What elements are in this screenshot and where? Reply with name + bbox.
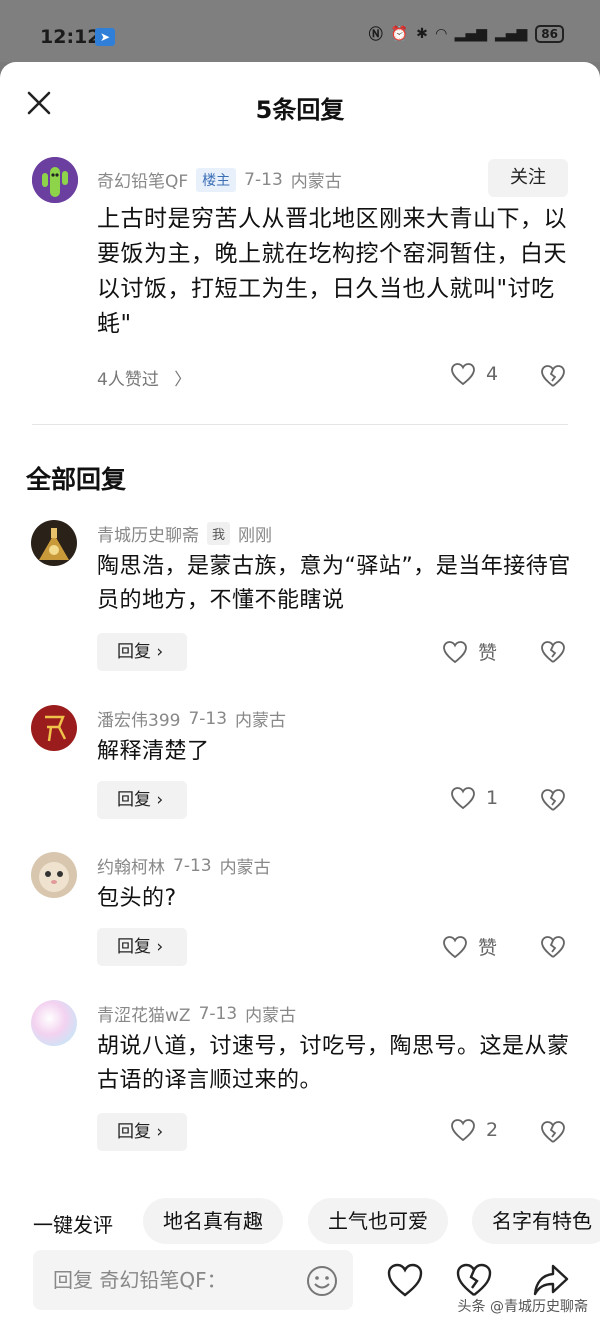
comment-date: 7-13: [173, 855, 212, 876]
comment-date: 7-13: [188, 708, 228, 729]
notification-icon: ➤: [95, 28, 115, 46]
me-badge: 我: [207, 522, 231, 545]
comment-meta: 青涩花猫wZ 7-13 内蒙古: [97, 1001, 297, 1027]
status-time: 12:12: [40, 26, 101, 48]
quick-chip[interactable]: 地名真有趣: [143, 1198, 283, 1244]
like-label: 赞: [478, 642, 498, 664]
comment-text: 陶思浩，是蒙古族，意为“驿站”，是当年接待官员的地方，不懂不能瞎说: [97, 554, 571, 613]
like-label: 赞: [478, 937, 498, 959]
broken-heart-icon[interactable]: [540, 935, 566, 959]
quick-comment-label: 一键发评: [33, 1213, 113, 1237]
like-count: 4: [486, 363, 499, 385]
username[interactable]: 约翰柯林: [97, 853, 165, 878]
username[interactable]: 青涩花猫wZ: [97, 1001, 191, 1026]
heart-icon: [443, 640, 467, 663]
comment-location: 内蒙古: [219, 858, 271, 878]
heart-icon: [451, 787, 475, 810]
quick-chip[interactable]: 土气也可爱: [308, 1198, 448, 1244]
reply-label: 回复: [117, 790, 151, 810]
divider: [32, 424, 568, 425]
chevron-right-icon: ›: [156, 937, 164, 957]
status-icons: Ⓝ ⏰ ✱ ◠ ▂▄▆ ▂▄▆ 86: [369, 24, 564, 44]
like-button[interactable]: 1: [450, 786, 498, 810]
broken-heart-icon[interactable]: [540, 364, 566, 388]
nfc-icon: Ⓝ: [368, 27, 383, 43]
quick-chip[interactable]: 名字有特色: [472, 1198, 600, 1244]
alarm-icon: ⏰: [390, 26, 409, 42]
comment-text: 上古时是穷苦人从晋北地区刚来大青山下，以要饭为主，晚上就在圪构挖个窑洞暂住，白天…: [97, 206, 567, 337]
comment-text: 解释清楚了: [97, 739, 210, 764]
reply-button[interactable]: 回复 ›: [97, 928, 187, 966]
like-button[interactable]: 4: [450, 362, 498, 386]
heart-icon: [451, 1119, 475, 1142]
reply-button[interactable]: 回复 ›: [97, 1113, 187, 1151]
like-button[interactable]: 赞: [442, 638, 497, 665]
status-bar: 12:12 ➤ Ⓝ ⏰ ✱ ◠ ▂▄▆ ▂▄▆ 86: [0, 0, 600, 62]
dislike-icon[interactable]: [455, 1262, 493, 1298]
liked-by-link[interactable]: 4人赞过 〉: [97, 365, 191, 390]
signal-icon: ▂▄▆: [454, 26, 487, 42]
broken-heart-icon[interactable]: [540, 640, 566, 664]
root-comment: 奇幻铅笔QF 楼主 7-13 内蒙古 关注 上古时是穷苦人从晋北地区刚来大青山下…: [0, 62, 600, 402]
avatar[interactable]: [32, 157, 78, 203]
liked-by-label: 4人赞过: [97, 370, 159, 390]
heart-icon: [443, 935, 467, 958]
bluetooth-icon: ✱: [416, 26, 428, 42]
owner-badge: 楼主: [196, 167, 237, 192]
like-button[interactable]: 赞: [442, 933, 497, 960]
avatar[interactable]: [31, 705, 77, 751]
broken-heart-icon[interactable]: [540, 788, 566, 812]
reply-button[interactable]: 回复 ›: [97, 781, 187, 819]
username[interactable]: 奇幻铅笔QF: [97, 167, 188, 192]
comment-location: 内蒙古: [245, 1006, 297, 1026]
like-count: 1: [486, 787, 499, 809]
share-icon[interactable]: [532, 1262, 570, 1298]
reply-input[interactable]: 回复 奇幻铅笔QF：: [33, 1250, 353, 1310]
comment-meta: 约翰柯林 7-13 内蒙古: [97, 853, 271, 879]
watermark: 头条 @青城历史聊斋: [457, 1299, 588, 1315]
comment-meta: 奇幻铅笔QF 楼主 7-13 内蒙古: [97, 167, 342, 192]
like-button[interactable]: 2: [450, 1118, 498, 1142]
chevron-right-icon: ›: [156, 1122, 164, 1142]
chevron-right-icon: ›: [156, 790, 164, 810]
comment-location: 内蒙古: [290, 172, 342, 192]
comment-text: 包头的?: [97, 886, 177, 911]
broken-heart-icon[interactable]: [540, 1120, 566, 1144]
comment-text: 胡说八道，讨速号，讨吃号，陶思号。这是从蒙古语的译言顺过来的。: [97, 1034, 570, 1093]
username[interactable]: 潘宏伟399: [97, 706, 180, 731]
like-count: 2: [486, 1119, 499, 1141]
emoji-icon[interactable]: [306, 1265, 338, 1297]
avatar[interactable]: [31, 1000, 77, 1046]
avatar[interactable]: [31, 852, 77, 898]
battery-icon: 86: [535, 25, 564, 43]
like-heart-icon[interactable]: [386, 1262, 424, 1298]
chevron-right-icon: 〉: [174, 370, 192, 390]
comment-date: 7-13: [198, 1003, 238, 1024]
chevron-right-icon: ›: [156, 642, 164, 662]
wifi-icon: ◠: [435, 26, 447, 42]
reply-label: 回复: [117, 937, 151, 957]
comment-date: 刚刚: [238, 526, 273, 546]
reply-label: 回复: [117, 1122, 151, 1142]
comment-location: 内蒙古: [235, 711, 287, 731]
follow-button[interactable]: 关注: [488, 159, 568, 197]
reply-button[interactable]: 回复 ›: [97, 633, 187, 671]
replies-sheet: 5条回复 奇幻铅笔QF 楼主 7-13 内蒙古 关注 上古时是穷苦人从晋北地区刚…: [0, 62, 600, 1332]
avatar[interactable]: [31, 520, 77, 566]
quick-comment-bar: 一键发评 地名真有趣 土气也可爱 名字有特色: [0, 1196, 600, 1246]
signal-icon-2: ▂▄▆: [494, 26, 528, 42]
comment-date: 7-13: [244, 169, 283, 190]
comment-meta: 青城历史聊斋 我 刚刚: [97, 521, 272, 546]
heart-icon: [451, 363, 475, 386]
section-title: 全部回复: [26, 465, 127, 494]
comment-meta: 潘宏伟399 7-13 内蒙古: [97, 706, 287, 732]
reply-label: 回复: [117, 642, 151, 662]
username[interactable]: 青城历史聊斋: [97, 521, 199, 546]
